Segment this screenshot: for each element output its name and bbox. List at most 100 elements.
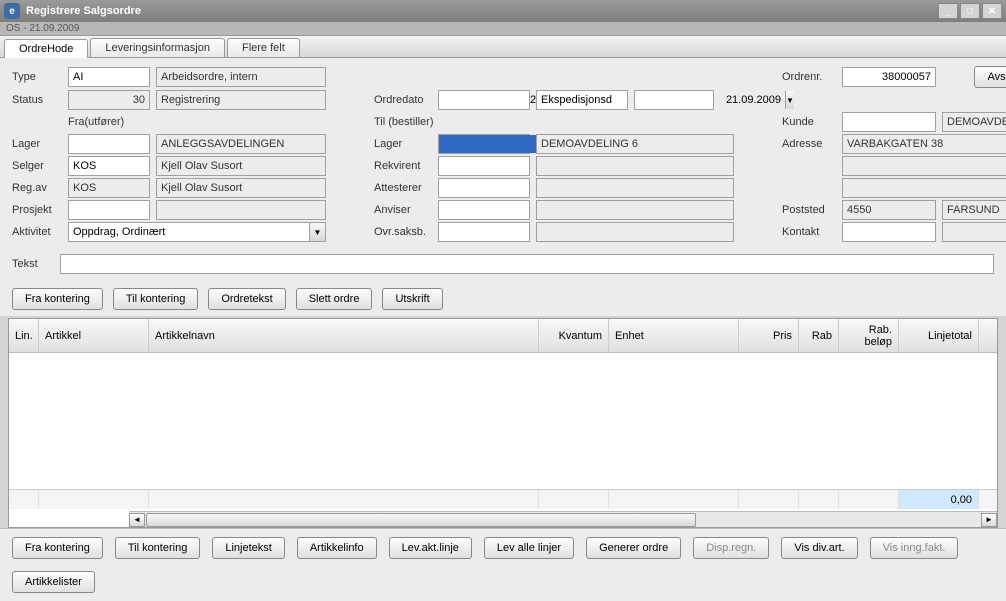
lager1-combo[interactable]: ▼ [68, 134, 150, 154]
adresse3-value [842, 178, 1006, 198]
eksp-date-input[interactable] [635, 91, 785, 109]
col-kvantum[interactable]: Kvantum [539, 319, 609, 352]
prosjekt-desc [156, 200, 326, 220]
selger-desc: Kjell Olav Susort [156, 156, 326, 176]
sub-title: OS - 21.09.2009 [0, 22, 1006, 36]
tekst-row: Tekst [0, 250, 1006, 282]
label-adresse: Adresse [782, 138, 836, 150]
utskrift-button[interactable]: Utskrift [382, 288, 442, 310]
attesterer-combo[interactable]: ▼ [438, 178, 530, 198]
section-til: Til (bestiller) [374, 116, 734, 128]
label-aktivitet: Aktivitet [12, 226, 62, 238]
tab-ordrehode[interactable]: OrdreHode [4, 39, 88, 58]
dropdown-icon[interactable]: ▼ [309, 223, 325, 241]
regav-desc: Kjell Olav Susort [156, 178, 326, 198]
generer-ordre-button[interactable]: Generer ordre [586, 537, 681, 559]
label-kunde: Kunde [782, 116, 836, 128]
disp-regn--button[interactable]: Disp.regn. [693, 537, 769, 559]
ordretekst-button[interactable]: Ordretekst [208, 288, 285, 310]
form-panel: Type ▼ Arbeidsordre, intern Ordrenr. Avs… [0, 58, 1006, 250]
anviser-combo[interactable]: ▼ [438, 200, 530, 220]
linjetekst-button[interactable]: Linjetekst [212, 537, 284, 559]
tab-strip: OrdreHode Leveringsinformasjon Flere fel… [0, 36, 1006, 58]
eksp-date-combo[interactable]: ▼ [634, 90, 714, 110]
ordrenr-input[interactable] [842, 67, 936, 87]
col-artikkel[interactable]: Artikkel [39, 319, 149, 352]
kontakt-desc [942, 222, 1006, 242]
tekst-input[interactable] [60, 254, 994, 274]
window-title: Registrere Salgsordre [26, 5, 938, 17]
type-desc: Arbeidsordre, intern [156, 67, 326, 87]
tab-leveringsinformasjon[interactable]: Leveringsinformasjon [90, 38, 225, 57]
label-attesterer: Attesterer [374, 182, 432, 194]
mid-button-row: Fra kontering Til kontering Ordretekst S… [0, 282, 1006, 316]
fra-kontering-button[interactable]: Fra kontering [12, 537, 103, 559]
til-kontering-button[interactable]: Til kontering [113, 288, 199, 310]
aktivitet-input[interactable] [69, 223, 309, 241]
label-tekst: Tekst [12, 258, 50, 270]
title-bar: e Registrere Salgsordre _ □ ✕ [0, 0, 1006, 22]
tab-flere-felt[interactable]: Flere felt [227, 38, 300, 57]
label-ordredato: Ordredato [374, 94, 432, 106]
attesterer-desc [536, 178, 734, 198]
adresse2-value [842, 156, 1006, 176]
lager2-combo[interactable]: ▼ [438, 134, 530, 154]
scroll-left-button[interactable]: ◄ [129, 513, 145, 527]
col-artikkelnavn[interactable]: Artikkelnavn [149, 319, 539, 352]
label-rekvirent: Rekvirent [374, 160, 432, 172]
label-prosjekt: Prosjekt [12, 204, 62, 216]
table-footer: 0,00 [9, 489, 997, 509]
label-regav: Reg.av [12, 182, 62, 194]
ovrsaksb-desc [536, 222, 734, 242]
footer-total: 0,00 [899, 490, 979, 509]
postnr-value: 4550 [842, 200, 936, 220]
lager1-desc: ANLEGGSAVDELINGEN [156, 134, 326, 154]
close-button[interactable]: ✕ [982, 3, 1002, 19]
adresse-value: VARBAKGATEN 38 [842, 134, 1006, 154]
label-lager1: Lager [12, 138, 62, 150]
col-linjetotal[interactable]: Linjetotal [899, 319, 979, 352]
col-lin[interactable]: Lin. [9, 319, 39, 352]
label-kontakt: Kontakt [782, 226, 836, 238]
type-combo[interactable]: ▼ [68, 67, 150, 87]
ovrsaksb-combo[interactable]: ▼ [438, 222, 530, 242]
label-status: Status [12, 94, 62, 106]
label-ovrsaksb: Ovr.saksb. [374, 226, 432, 238]
artikkelinfo-button[interactable]: Artikkelinfo [297, 537, 377, 559]
vis-div-art--button[interactable]: Vis div.art. [781, 537, 857, 559]
kunde-desc: DEMOAVDELING 6 [942, 112, 1006, 132]
app-icon: e [4, 3, 20, 19]
col-pris[interactable]: Pris [739, 319, 799, 352]
lager2-desc: DEMOAVDELING 6 [536, 134, 734, 154]
minimize-button[interactable]: _ [938, 3, 958, 19]
prosjekt-combo[interactable]: ▼ [68, 200, 150, 220]
section-fra: Fra(utfører) [68, 116, 326, 128]
scroll-thumb[interactable] [146, 513, 696, 527]
ordredato-combo[interactable]: ▼ [438, 90, 530, 110]
kunde-combo[interactable]: ▼ [842, 112, 936, 132]
slett-ordre-button[interactable]: Slett ordre [296, 288, 373, 310]
selger-combo[interactable]: ▼ [68, 156, 150, 176]
kontakt-combo[interactable]: ▼ [842, 222, 936, 242]
status-desc: Registrering [156, 90, 326, 110]
dropdown-icon[interactable]: ▼ [785, 91, 794, 109]
ekspedisjon-combo[interactable]: ▼ [536, 90, 628, 110]
col-enhet[interactable]: Enhet [609, 319, 739, 352]
vis-inng-fakt--button[interactable]: Vis inng.fakt. [870, 537, 959, 559]
rekvirent-combo[interactable]: ▼ [438, 156, 530, 176]
scroll-right-button[interactable]: ► [981, 513, 997, 527]
regav-code: KOS [68, 178, 150, 198]
til-kontering-button[interactable]: Til kontering [115, 537, 201, 559]
avslutt-ordre-button[interactable]: Avslutt ordre [974, 66, 1006, 88]
artikkelister-button[interactable]: Artikkelister [12, 571, 95, 593]
horizontal-scrollbar[interactable]: ◄ ► [129, 511, 997, 527]
col-rab-belop[interactable]: Rab. beløp [839, 319, 899, 352]
label-lager2: Lager [374, 138, 432, 150]
label-ordrenr: Ordrenr. [782, 71, 836, 83]
maximize-button[interactable]: □ [960, 3, 980, 19]
lev-akt-linje-button[interactable]: Lev.akt.linje [389, 537, 472, 559]
col-rab[interactable]: Rab [799, 319, 839, 352]
lev-alle-linjer-button[interactable]: Lev alle linjer [484, 537, 574, 559]
aktivitet-combo[interactable]: ▼ [68, 222, 326, 242]
fra-kontering-button[interactable]: Fra kontering [12, 288, 103, 310]
